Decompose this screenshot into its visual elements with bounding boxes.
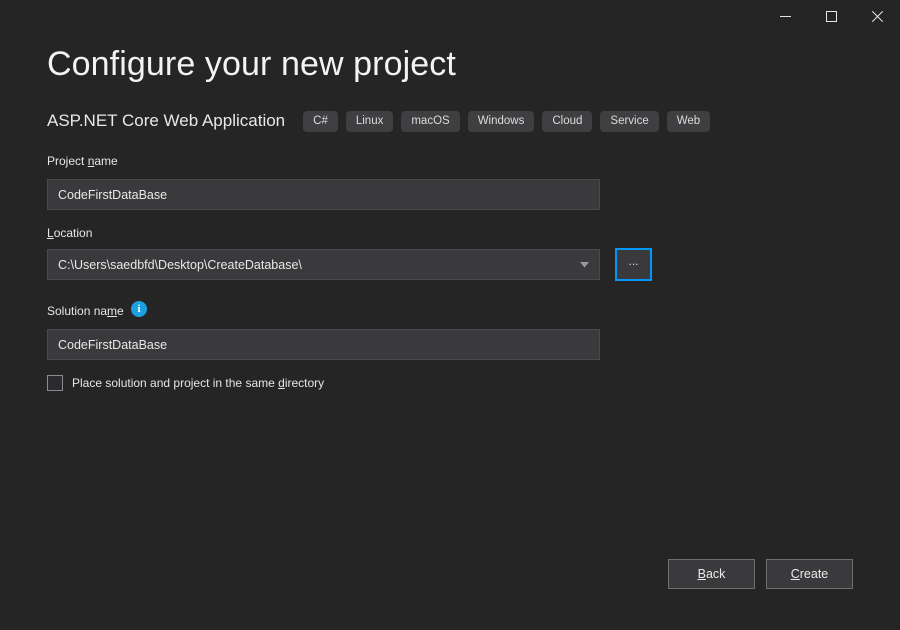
project-name-label: Project name bbox=[47, 154, 118, 168]
chevron-down-icon[interactable] bbox=[576, 249, 592, 280]
template-tag-windows: Windows bbox=[467, 110, 535, 132]
location-combobox[interactable] bbox=[47, 249, 600, 280]
template-tag-service: Service bbox=[600, 110, 659, 132]
page-title: Configure your new project bbox=[47, 45, 456, 83]
location-input[interactable] bbox=[47, 249, 600, 280]
template-tag-cloud: Cloud bbox=[542, 110, 593, 132]
template-tag-linux: Linux bbox=[345, 110, 394, 132]
create-button[interactable]: Create bbox=[766, 559, 853, 589]
solution-name-label: Solution name bbox=[47, 304, 124, 318]
template-name: ASP.NET Core Web Application bbox=[47, 111, 286, 130]
project-name-input[interactable] bbox=[47, 179, 600, 210]
browse-location-button[interactable]: ... bbox=[615, 248, 652, 281]
template-tag-list: C# Linux macOS Windows Cloud Service Web bbox=[303, 110, 711, 132]
dialog-footer: Back Create bbox=[0, 558, 900, 590]
info-icon[interactable]: i bbox=[131, 301, 147, 317]
same-directory-label: Place solution and project in the same d… bbox=[72, 376, 325, 390]
project-template-summary: ASP.NET Core Web Application C# Linux ma… bbox=[47, 108, 711, 134]
template-tag-csharp: C# bbox=[303, 110, 338, 132]
maximize-button[interactable] bbox=[808, 0, 854, 32]
same-directory-checkbox[interactable] bbox=[47, 375, 63, 391]
minimize-button[interactable] bbox=[762, 0, 808, 32]
solution-name-input[interactable] bbox=[47, 329, 600, 360]
back-button[interactable]: Back bbox=[668, 559, 755, 589]
location-label: Location bbox=[47, 226, 93, 240]
template-tag-macos: macOS bbox=[401, 110, 460, 132]
configure-project-dialog: Configure your new project ASP.NET Core … bbox=[0, 0, 900, 630]
same-directory-checkbox-row[interactable]: Place solution and project in the same d… bbox=[47, 374, 324, 392]
template-tag-web: Web bbox=[666, 110, 711, 132]
title-bar bbox=[0, 0, 900, 32]
close-button[interactable] bbox=[854, 0, 900, 32]
